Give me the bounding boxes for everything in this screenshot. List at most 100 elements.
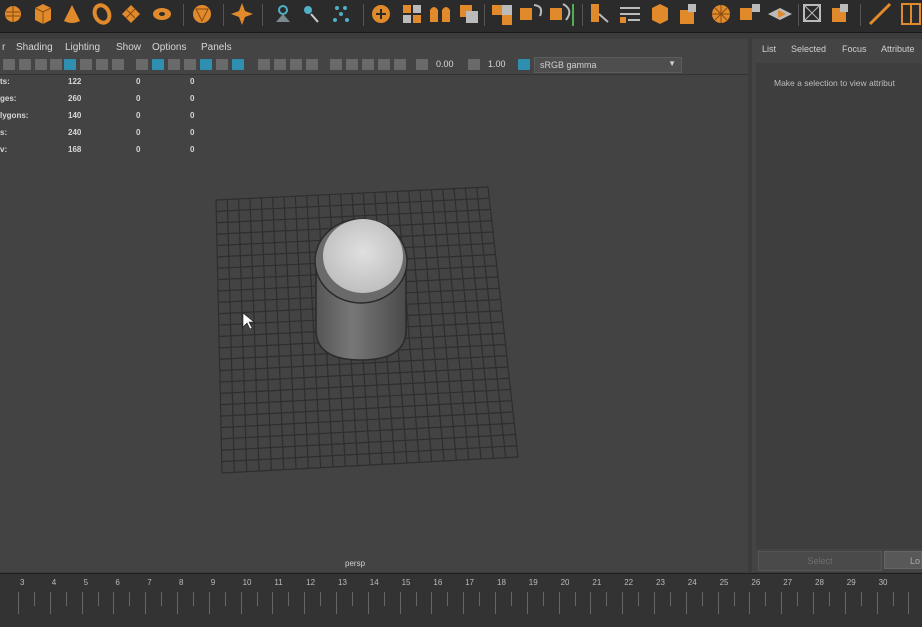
poke-icon[interactable] [712,5,730,23]
shelf-separator [798,4,799,26]
motion-blur-icon[interactable] [274,59,286,70]
camera-attributes-icon[interactable] [19,59,31,70]
tab-focus[interactable]: Focus [842,44,867,54]
bevel-alt-icon[interactable] [680,4,696,24]
exposure-icon[interactable] [416,59,428,70]
append-icon[interactable] [768,8,792,20]
bevel-icon[interactable] [652,4,668,24]
mouse-cursor-icon [242,312,255,330]
gamma-value[interactable]: 1.00 [488,59,506,69]
shadows-icon[interactable] [232,59,244,70]
timeline-tick [638,592,640,606]
load-attributes-button[interactable]: Lo [884,551,922,569]
timeline-tick [479,592,481,606]
menu-show[interactable]: Show [116,42,141,53]
timeline-tick [161,592,163,606]
resolution-gate-icon[interactable] [96,59,108,70]
chevron-down-icon: ▼ [668,59,676,68]
timeline-tick [272,592,274,614]
smooth-icon[interactable] [492,5,512,25]
wireframe-on-shaded-icon[interactable] [184,59,196,70]
menu-lighting[interactable]: Lighting [65,42,100,53]
viewport-persp[interactable]: ts: 122 0 0 ges: 260 0 0 lygons: 140 0 0… [0,75,748,572]
gamma-icon[interactable] [468,59,480,70]
timeline-tick [240,592,242,614]
menu-panels[interactable]: Panels [201,42,232,53]
tab-attributes[interactable]: Attribute [881,44,915,54]
poly-sphere-icon[interactable] [5,6,21,22]
insert-loop-icon[interactable] [901,3,921,25]
lights-icon[interactable] [216,59,228,70]
fill-hole-icon[interactable] [803,4,821,22]
timeline-tick [860,592,862,606]
textured-icon[interactable] [200,59,212,70]
shelf-separator [183,4,184,26]
reduce-icon[interactable] [520,4,543,20]
timeline-frame-label: 13 [338,578,347,587]
node-connect-icon[interactable] [304,6,319,23]
colorspace-dropdown[interactable]: sRGB gamma ▼ [534,57,682,73]
separate-icon[interactable] [403,5,421,23]
combine-icon[interactable] [372,5,390,23]
menu-shading[interactable]: Shading [16,42,53,53]
merge-icon[interactable] [832,4,848,22]
depth-of-field-icon[interactable] [306,59,318,70]
anti-aliasing-icon[interactable] [290,59,302,70]
timeline-tick [97,592,99,606]
xray-icon[interactable] [346,59,358,70]
timeline-tick [49,592,51,614]
scatter-icon[interactable] [333,6,349,22]
color-management-icon[interactable] [518,59,530,70]
extrude-icon[interactable] [591,4,609,23]
scene-canvas [215,186,519,474]
menu-view[interactable]: r [2,42,5,53]
poly-disc-icon[interactable] [153,8,171,20]
bridge-icon[interactable] [620,7,640,23]
timeline-frame-label: 22 [624,578,634,587]
poly-cylinder[interactable] [314,218,408,361]
shelf-separator [484,4,485,26]
smooth-shade-icon[interactable] [152,59,164,70]
default-material-icon[interactable] [168,59,180,70]
isolate-select-icon[interactable] [330,59,342,70]
backface-culling-icon[interactable] [394,59,406,70]
timeline-tick [208,592,210,614]
gate-mask-icon[interactable] [112,59,124,70]
image-plane-icon[interactable] [50,59,62,70]
boolean-icon[interactable] [460,5,478,23]
poly-plane-icon[interactable] [122,5,140,23]
multi-cut-icon[interactable] [868,2,892,26]
exposure-value[interactable]: 0.00 [436,59,454,69]
poly-cube-icon[interactable] [34,4,52,24]
time-slider[interactable]: 3 4 5 6 7 8 9 10 11 12 13 14 15 16 17 18 19 20 21 22 23 24 25 2… [0,573,922,627]
timeline-frame-label: 3 [20,578,25,587]
timeline-tick [304,592,306,614]
poly-platonic-icon[interactable] [193,5,211,23]
timeline-tick [701,592,703,606]
xray-active-icon[interactable] [378,59,390,70]
film-gate-icon[interactable] [80,59,92,70]
tab-list[interactable]: List [762,44,776,54]
camera-select-icon[interactable] [3,59,15,70]
cleanup-icon[interactable] [550,3,574,26]
bookmark-icon[interactable] [35,59,47,70]
menu-options[interactable]: Options [152,42,186,53]
timeline-tick [606,592,608,606]
wedge-icon[interactable] [740,4,760,20]
timeline-tick [590,592,592,614]
sparkle-icon[interactable] [231,3,253,25]
timeline-tick [367,592,369,614]
screen-space-ao-icon[interactable] [258,59,270,70]
grid-icon[interactable] [64,59,76,70]
timeline-frame-label: 29 [846,578,856,587]
tab-selected[interactable]: Selected [791,44,826,54]
poly-torus-icon[interactable] [92,3,112,25]
timeline-tick [574,592,576,606]
select-button[interactable]: Select [758,551,882,571]
camera-target-icon[interactable] [276,5,290,22]
xray-joints-icon[interactable] [362,59,374,70]
wireframe-icon[interactable] [136,59,148,70]
timeline-tick [320,592,322,606]
poly-cone-icon[interactable] [64,5,80,23]
mirror-icon[interactable] [430,7,450,22]
